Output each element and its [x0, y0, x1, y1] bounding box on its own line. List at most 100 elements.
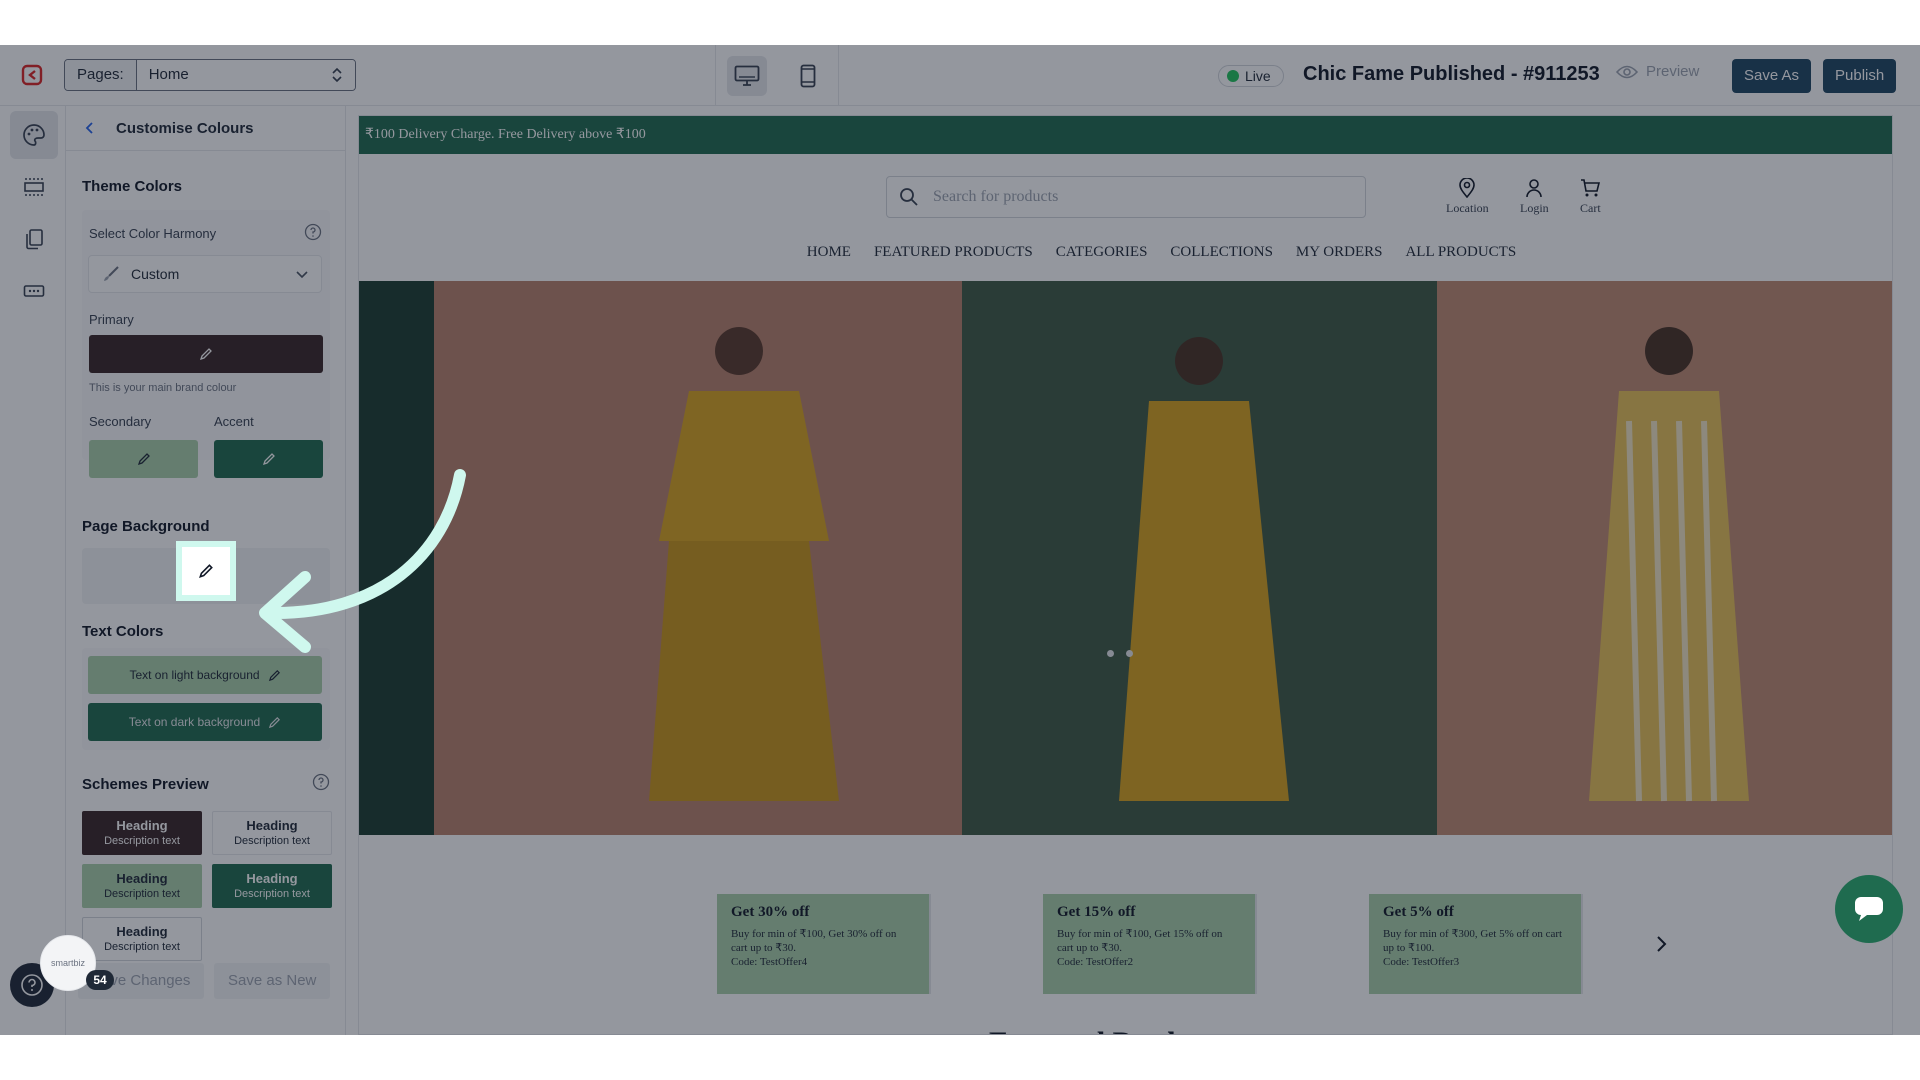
live-label: Live — [1245, 68, 1271, 84]
offer-card[interactable]: Get 15% off Buy for min of ₹100, Get 15%… — [1043, 894, 1257, 994]
mobile-view-button[interactable] — [788, 56, 828, 96]
scheme-heading: Heading — [246, 818, 298, 833]
chevron-down-icon — [296, 271, 308, 279]
cart-icon — [1581, 179, 1601, 197]
pages-label: Pages: — [65, 60, 137, 90]
page-dropdown[interactable]: Home — [136, 60, 355, 90]
hero-banner-image[interactable] — [359, 281, 1893, 835]
schemes-preview-heading: Schemes Preview — [82, 776, 209, 793]
offer-code: Code: TestOffer4 — [731, 956, 808, 968]
accent-label: Accent — [214, 414, 254, 429]
cart-link[interactable]: Cart — [1580, 178, 1601, 216]
offer-code: Code: TestOffer3 — [1383, 956, 1460, 968]
hero-carousel-dots — [1107, 650, 1133, 657]
nav-item-home[interactable]: HOME — [807, 244, 851, 261]
scheme-desc: Description text — [234, 888, 310, 900]
nav-item-featured-products[interactable]: FEATURED PRODUCTS — [874, 244, 1033, 261]
offer-body: Buy for min of ₹100, Get 30% off on cart… — [731, 928, 897, 954]
tutorial-arrow-icon — [259, 469, 466, 653]
scheme-desc: Description text — [234, 835, 310, 847]
scheme-card-accent[interactable]: Heading Description text — [212, 864, 332, 908]
save-as-new-button[interactable]: Save as New — [214, 963, 331, 999]
top-bar: Pages: Home Live Chic Fame Published - #… — [0, 45, 1920, 106]
secondary-label: Secondary — [89, 414, 152, 429]
pencil-icon — [137, 453, 150, 466]
layout-sections-icon — [24, 178, 44, 196]
login-label: Login — [1520, 201, 1549, 215]
help-circle-icon[interactable] — [312, 773, 330, 791]
pencil-icon — [268, 669, 280, 681]
pencil-icon — [269, 716, 281, 728]
chat-bubble-icon — [1855, 897, 1883, 921]
nav-item-collections[interactable]: COLLECTIONS — [1170, 244, 1273, 261]
secondary-color-swatch[interactable] — [89, 440, 198, 478]
offer-title: Get 5% off — [1383, 904, 1454, 920]
chat-button[interactable] — [1835, 875, 1903, 943]
scheme-card-primary[interactable]: Heading Description text — [82, 811, 202, 855]
question-icon — [21, 974, 43, 996]
offer-body: Buy for min of ₹300, Get 5% off on cart … — [1383, 928, 1563, 954]
app-logo-icon[interactable] — [21, 64, 43, 86]
back-chevron-icon[interactable] — [84, 121, 94, 135]
harmony-value: Custom — [131, 266, 180, 282]
preview-button[interactable]: Preview — [1616, 63, 1699, 80]
carousel-dot[interactable] — [1107, 650, 1114, 657]
brand-badge-text: smartbiz — [50, 958, 85, 968]
scheme-desc: Description text — [104, 835, 180, 847]
rail-item-colours[interactable] — [10, 111, 58, 159]
rail-item-components[interactable] — [10, 267, 58, 315]
offer-code: Code: TestOffer2 — [1057, 956, 1134, 968]
page-background-edit-button[interactable] — [176, 541, 236, 601]
brush-icon — [104, 266, 119, 281]
nav-item-my-orders[interactable]: MY ORDERS — [1296, 244, 1383, 261]
primary-label: Primary — [89, 312, 134, 327]
location-pin-icon — [1459, 178, 1476, 198]
announcement-bar: ₹100 Delivery Charge. Free Delivery abov… — [359, 116, 1892, 154]
text-colors-heading: Text Colors — [82, 623, 164, 640]
cart-label: Cart — [1580, 201, 1601, 215]
offer-title: Get 30% off — [731, 904, 810, 920]
palette-icon — [23, 124, 45, 146]
text-on-dark-label: Text on dark background — [128, 715, 261, 729]
rail-item-pages[interactable] — [10, 215, 58, 263]
save-as-button[interactable]: Save As — [1732, 59, 1812, 93]
login-link[interactable]: Login — [1520, 178, 1549, 216]
main-nav: HOME FEATURED PRODUCTS CATEGORIES COLLEC… — [359, 244, 1892, 261]
featured-products-heading: Featured Products — [989, 1026, 1227, 1034]
offer-body: Buy for min of ₹100, Get 15% off on cart… — [1057, 928, 1223, 954]
scheme-desc: Description text — [104, 888, 180, 900]
offer-title: Get 15% off — [1057, 904, 1136, 920]
scheme-heading: Heading — [116, 818, 168, 833]
scheme-heading: Heading — [116, 924, 168, 939]
primary-hint: This is your main brand colour — [89, 382, 237, 394]
pencil-icon — [199, 564, 213, 578]
offers-next-chevron-icon[interactable] — [1655, 934, 1669, 954]
offer-card[interactable]: Get 5% off Buy for min of ₹300, Get 5% o… — [1369, 894, 1583, 994]
user-icon — [1526, 179, 1543, 198]
color-harmony-select[interactable]: Custom — [88, 255, 322, 293]
text-on-dark-swatch[interactable]: Text on dark background — [88, 703, 322, 741]
primary-color-swatch[interactable] — [89, 335, 323, 373]
scheme-card-background[interactable]: Heading Description text — [82, 917, 202, 961]
panel-title: Customise Colours — [116, 119, 254, 137]
scheme-card-secondary[interactable]: Heading Description text — [82, 864, 202, 908]
nav-item-all-products[interactable]: ALL PRODUCTS — [1405, 244, 1516, 261]
pages-selector[interactable]: Pages: Home — [64, 59, 356, 91]
live-status-badge: Live — [1218, 65, 1284, 87]
scheme-desc: Description text — [104, 941, 180, 953]
harmony-label: Select Color Harmony — [89, 226, 217, 241]
publish-button[interactable]: Publish — [1823, 59, 1897, 93]
scheme-heading: Heading — [116, 871, 168, 886]
rail-item-sections[interactable] — [10, 163, 58, 211]
desktop-view-button[interactable] — [726, 55, 767, 96]
icon-rail — [0, 106, 66, 1035]
store-title: Chic Fame Published - #911253 — [1303, 63, 1600, 85]
help-circle-icon[interactable] — [304, 223, 322, 241]
search-input[interactable]: Search for products — [886, 176, 1366, 218]
nav-item-categories[interactable]: CATEGORIES — [1056, 244, 1148, 261]
input-field-icon — [23, 285, 45, 297]
location-link[interactable]: Location — [1446, 178, 1489, 216]
carousel-dot[interactable] — [1126, 650, 1133, 657]
scheme-card-light[interactable]: Heading Description text — [212, 811, 332, 855]
offer-card[interactable]: Get 30% off Buy for min of ₹100, Get 30%… — [717, 894, 931, 994]
